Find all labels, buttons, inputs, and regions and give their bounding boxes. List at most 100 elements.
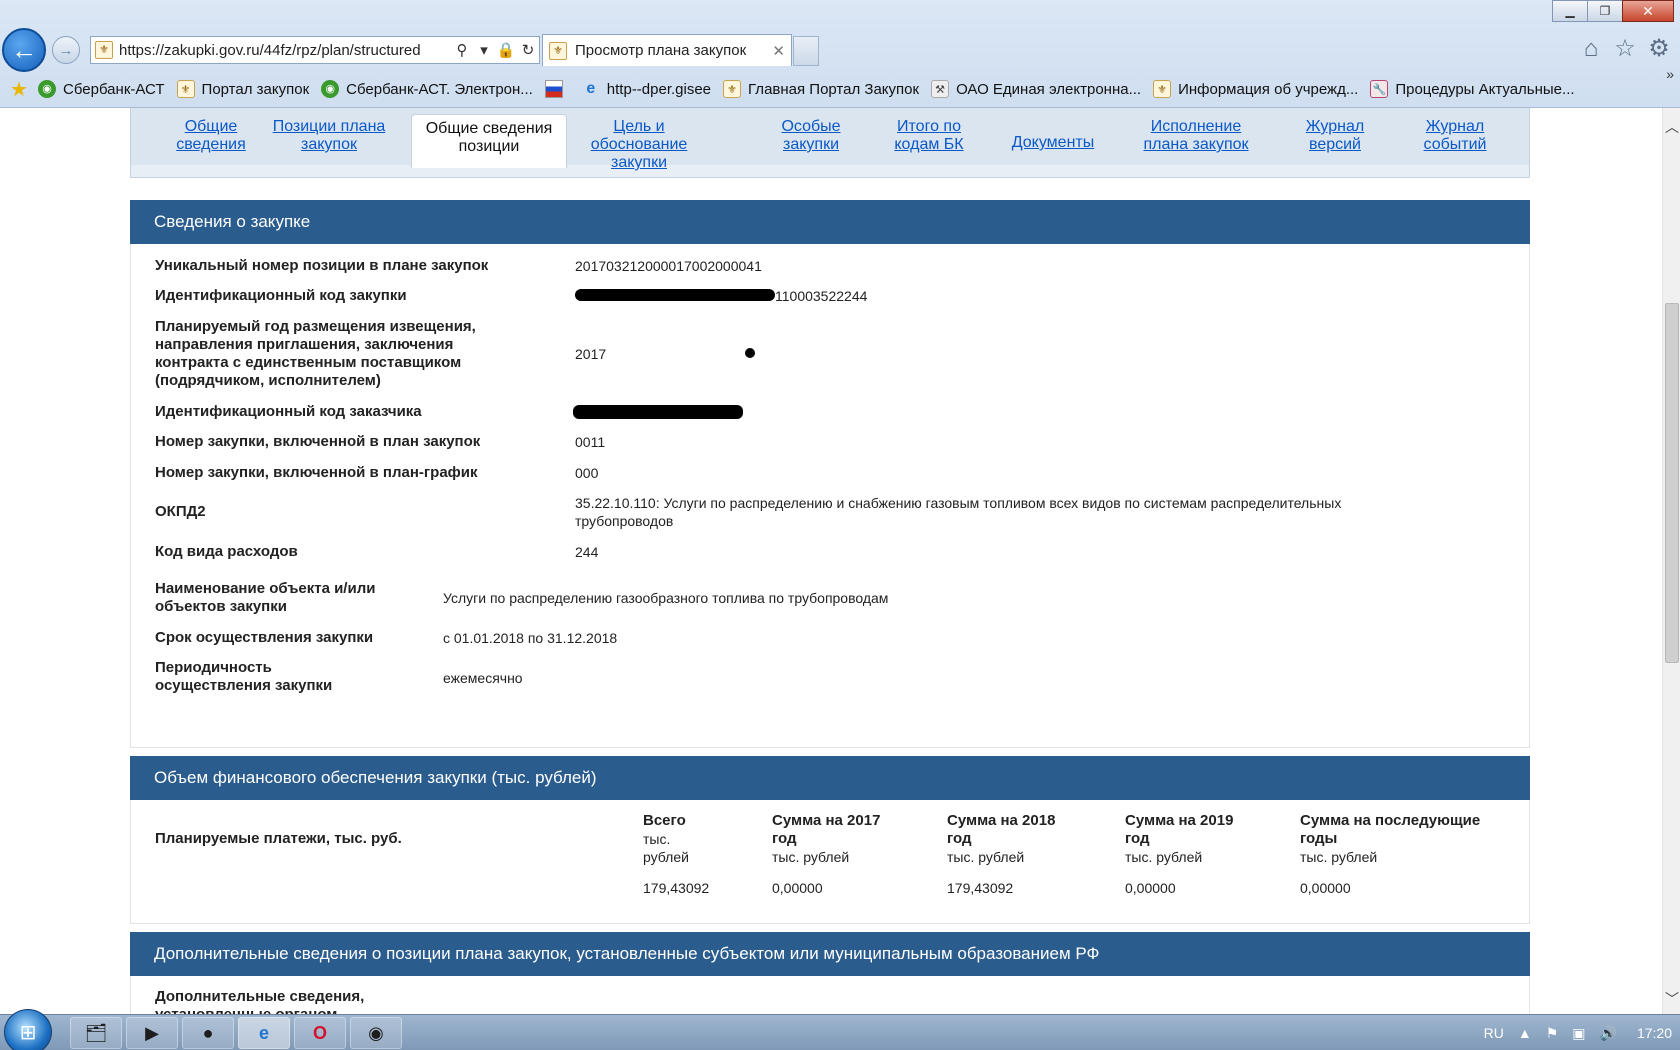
finance-col-2017: Сумма на 2017 год тыс. рублей (772, 812, 902, 866)
forward-button[interactable]: → (52, 36, 80, 64)
finance-col-title: Сумма на 2018 год (947, 812, 1056, 847)
taskbar-ie[interactable]: e (238, 1017, 290, 1049)
close-window-button[interactable]: ✕ (1622, 0, 1674, 22)
eagle-icon: ⚜ (1153, 80, 1172, 98)
arrow-left-icon: ← (11, 34, 37, 65)
purchase-info-header: Сведения о закупке (130, 200, 1530, 244)
wrench-icon: 🔧 (1370, 80, 1389, 98)
eagle-icon: ⚜ (549, 41, 567, 60)
tab-special[interactable]: Особые закупки (771, 118, 851, 154)
minimize-button[interactable]: ▁ (1552, 0, 1588, 22)
row-label-okpd2: ОКПД2 (155, 503, 206, 520)
row-label-plan-number: Номер закупки, включенной в план закупок (155, 433, 481, 450)
row-value-period: с 01.01.2018 по 31.12.2018 (443, 630, 618, 646)
tab-general[interactable]: Общие сведения (161, 118, 261, 154)
back-button[interactable]: ← (2, 28, 46, 72)
tab-bk-totals[interactable]: Итого по кодам БК (883, 118, 975, 154)
row-label-expense-code: Код вида расходов (155, 543, 298, 560)
finance-row-label: Планируемые платежи, тыс. руб. (155, 830, 402, 847)
tab-close-icon[interactable]: ✕ (772, 42, 785, 60)
favorite-item[interactable]: ◉ Сбербанк-АСТ. Электрон... (321, 80, 533, 98)
finance-value-total: 179,43092 (643, 880, 710, 896)
finance-col-total: Всего тыс. рублей (643, 812, 713, 866)
dropdown-icon[interactable]: ▾ (473, 41, 495, 59)
arrow-right-icon: → (58, 41, 74, 59)
vertical-scrollbar[interactable]: ︿ ﹀ (1662, 108, 1680, 1014)
refresh-icon[interactable]: ↻ (517, 41, 539, 59)
favorite-item[interactable]: ⚜ Главная Портал Закупок (723, 80, 919, 98)
gear-icon[interactable]: ⚙ (1646, 36, 1672, 62)
finance-col-title: Сумма на последующие годы (1300, 812, 1481, 847)
taskbar: ⊞ 🗂 ▶ ● e O ◉ RU ▲ ⚑ ▣ 🔊 17:20 (0, 1009, 1680, 1050)
taskbar-media-player[interactable]: ▶ (126, 1017, 178, 1049)
restore-button[interactable]: ❐ (1587, 0, 1623, 22)
tab-documents[interactable]: Документы (1003, 134, 1103, 152)
row-label-unique-number: Уникальный номер позиции в плане закупок (155, 257, 489, 274)
chevron-down-icon[interactable]: ﹀ (1663, 988, 1680, 1010)
favorite-label: Сбербанк-АСТ. Электрон... (346, 80, 533, 98)
scrollbar-thumb[interactable] (1665, 303, 1679, 663)
taskbar-chrome[interactable]: ◉ (350, 1017, 402, 1049)
finance-col-title: Сумма на 2019 год (1125, 812, 1234, 847)
favorites-add-icon[interactable]: ★ (6, 77, 32, 102)
chevron-more-icon[interactable]: » (1666, 66, 1674, 82)
language-indicator[interactable]: RU (1484, 1025, 1504, 1041)
taskbar-opera[interactable]: O (294, 1017, 346, 1049)
gavel-icon: ⚒ (931, 80, 950, 98)
finance-value-2019: 0,00000 (1125, 880, 1176, 896)
tab-purpose[interactable]: Цель и обоснование закупки (579, 118, 699, 172)
finance-col-title: Сумма на 2017 год (772, 812, 881, 847)
lock-icon[interactable]: 🔒 (495, 41, 517, 59)
tab-plan-positions[interactable]: Позиции плана закупок (269, 118, 389, 154)
browser-chrome: ▁ ❐ ✕ ← → ⚜ https://zakupki.gov.ru/44fz/… (0, 0, 1680, 108)
address-bar[interactable]: ⚜ https://zakupki.gov.ru/44fz/rpz/plan/s… (90, 36, 540, 64)
favorite-item[interactable]: ⚒ ОАО Единая электронна... (931, 80, 1141, 98)
finance-col-2018: Сумма на 2018 год тыс. рублей (947, 812, 1077, 866)
redaction-mark (573, 405, 743, 419)
favorite-label: Процедуры Актуальные... (1395, 80, 1575, 98)
search-icon[interactable]: ⚲ (451, 41, 473, 59)
favorite-item[interactable]: e http--dper.gisee (582, 80, 711, 98)
address-url[interactable]: https://zakupki.gov.ru/44fz/rpz/plan/str… (119, 42, 451, 59)
eagle-icon: ⚜ (95, 41, 113, 59)
network-icon[interactable]: ▣ (1572, 1025, 1585, 1042)
favorite-item[interactable]: ◉ Сбербанк-АСТ (38, 80, 165, 98)
tab-events-log[interactable]: Журнал событий (1415, 118, 1495, 154)
page-tabs: Общие сведения Позиции плана закупок Общ… (130, 108, 1530, 178)
browser-tab[interactable]: ⚜ Просмотр плана закупок ✕ (542, 34, 792, 66)
row-value-purchase-code: 110003522244 (775, 288, 868, 304)
tab-versions-log[interactable]: Журнал версий (1295, 118, 1375, 154)
favorite-item[interactable]: 🔧 Процедуры Актуальные... (1370, 80, 1575, 98)
finance-col-2019: Сумма на 2019 год тыс. рублей (1125, 812, 1255, 866)
cursor-dot (745, 348, 755, 358)
row-value-plan-number: 0011 (575, 434, 606, 450)
clock[interactable]: 17:20 (1637, 1025, 1672, 1041)
taskbar-explorer[interactable]: 🗂 (70, 1017, 122, 1049)
home-icon[interactable]: ⌂ (1578, 36, 1604, 62)
row-value-okpd2: 35.22.10.110: Услуги по распределению и … (575, 495, 1342, 529)
favorite-item[interactable]: ⚜ Информация об учрежд... (1153, 80, 1358, 98)
favorites-star-icon[interactable]: ☆ (1612, 36, 1638, 62)
start-button[interactable]: ⊞ (4, 1009, 52, 1050)
flag-icon (544, 80, 563, 98)
row-value-unique-number: 201703212000017002000041 (575, 258, 762, 274)
row-value-schedule-number: 000 (575, 465, 599, 481)
volume-icon[interactable]: 🔊 (1600, 1025, 1617, 1042)
tab-execution[interactable]: Исполнение плана закупок (1131, 118, 1261, 154)
finance-col-title: Всего (643, 812, 686, 829)
finance-col-unit: тыс. рублей (1300, 849, 1378, 865)
favorite-item[interactable]: ⚜ Портал закупок (176, 80, 309, 98)
row-label-schedule-number: Номер закупки, включенной в план-график (155, 464, 478, 481)
flag-tray-icon[interactable]: ⚑ (1546, 1025, 1559, 1042)
finance-value-2017: 0,00000 (772, 880, 823, 896)
finance-value-later: 0,00000 (1300, 880, 1351, 896)
new-tab-button[interactable] (793, 36, 819, 66)
chevron-up-icon[interactable]: ︿ (1663, 116, 1680, 138)
tray-expand-icon[interactable]: ▲ (1518, 1025, 1532, 1041)
finance-value-2018: 179,43092 (947, 880, 1014, 896)
ie-icon: e (258, 1022, 269, 1043)
favorite-item[interactable] (544, 80, 570, 98)
taskbar-app[interactable]: ● (182, 1017, 234, 1049)
tab-position-general[interactable]: Общие сведения позиции (411, 114, 567, 168)
folder-icon: 🗂 (84, 1022, 108, 1043)
